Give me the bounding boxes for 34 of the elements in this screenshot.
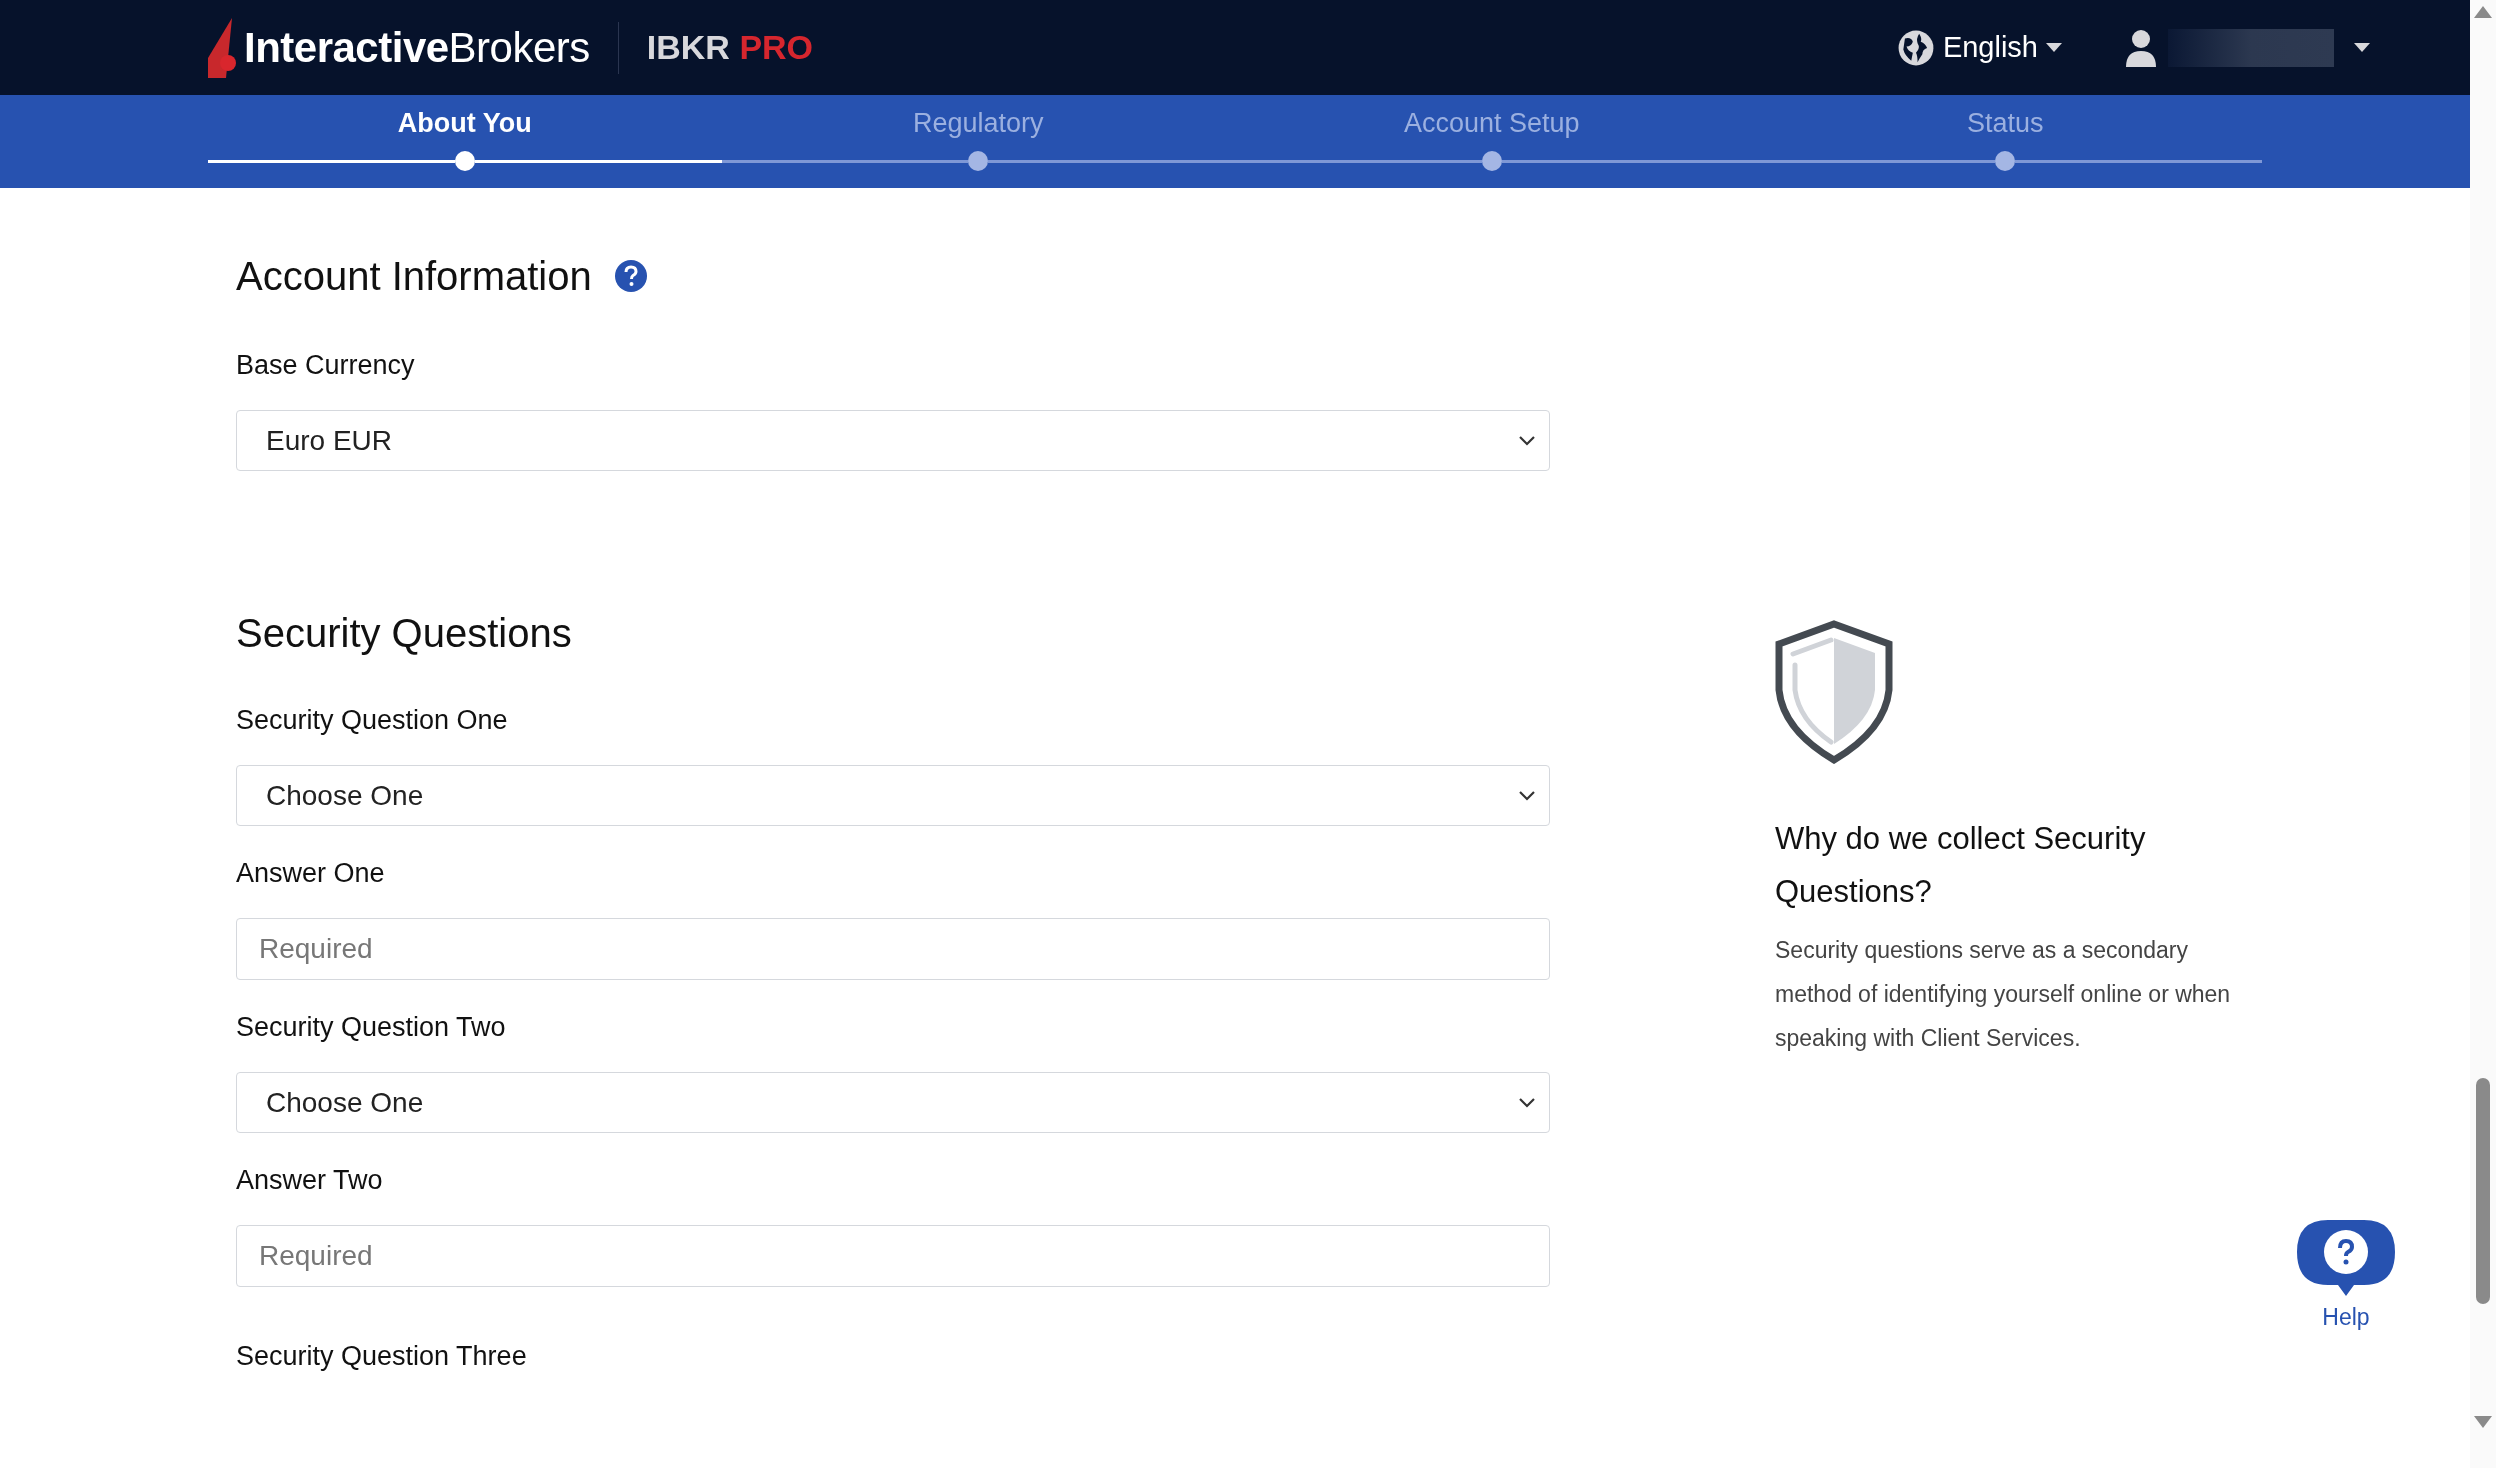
input-field[interactable]: Required bbox=[236, 918, 1550, 980]
select-dropdown[interactable]: Euro EUR bbox=[236, 410, 1550, 471]
select-dropdown[interactable]: Choose One bbox=[236, 1072, 1550, 1133]
chevron-down-icon bbox=[1519, 1097, 1535, 1108]
user-icon bbox=[2124, 28, 2158, 67]
globe-icon bbox=[1896, 28, 1935, 67]
select-dropdown[interactable]: Choose One bbox=[236, 765, 1550, 826]
logo[interactable]: InteractiveBrokers bbox=[208, 16, 590, 79]
section-title: Security Questions bbox=[236, 610, 573, 657]
info-text: Security questions serve as a secondary method of identifying yourself online or when speaking with Client Services. bbox=[1775, 936, 2232, 1053]
product-name: IBKR PRO bbox=[646, 27, 814, 68]
language-menu[interactable]: English bbox=[1896, 25, 2062, 70]
shield-icon bbox=[1775, 620, 1893, 764]
scrollbar-thumb[interactable] bbox=[2476, 1078, 2490, 1304]
chat-help-icon bbox=[2296, 1218, 2396, 1296]
help-button[interactable]: Help bbox=[2296, 1218, 2396, 1335]
caret-icon bbox=[2354, 43, 2370, 52]
chevron-down-icon bbox=[1519, 790, 1535, 801]
section-title: Account Information bbox=[236, 253, 592, 300]
scroll-down-icon[interactable] bbox=[2474, 1416, 2492, 1428]
caret-icon bbox=[2046, 43, 2062, 52]
scroll-up-icon[interactable] bbox=[2474, 6, 2492, 18]
info-title: Why do we collect Security Questions? bbox=[1775, 820, 2147, 911]
field-label: Answer Two bbox=[236, 1164, 384, 1197]
field-label: Security Question Three bbox=[236, 1340, 528, 1373]
field-label: Base Currency bbox=[236, 349, 416, 382]
user-menu[interactable] bbox=[2124, 28, 2370, 67]
chevron-down-icon bbox=[1519, 435, 1535, 446]
help-icon[interactable] bbox=[613, 259, 648, 293]
field-label: Answer One bbox=[236, 857, 386, 890]
field-label: Security Question One bbox=[236, 704, 509, 737]
field-label: Security Question Two bbox=[236, 1011, 507, 1044]
input-field[interactable]: Required bbox=[236, 1225, 1550, 1287]
step-tab[interactable]: About You bbox=[397, 105, 532, 141]
